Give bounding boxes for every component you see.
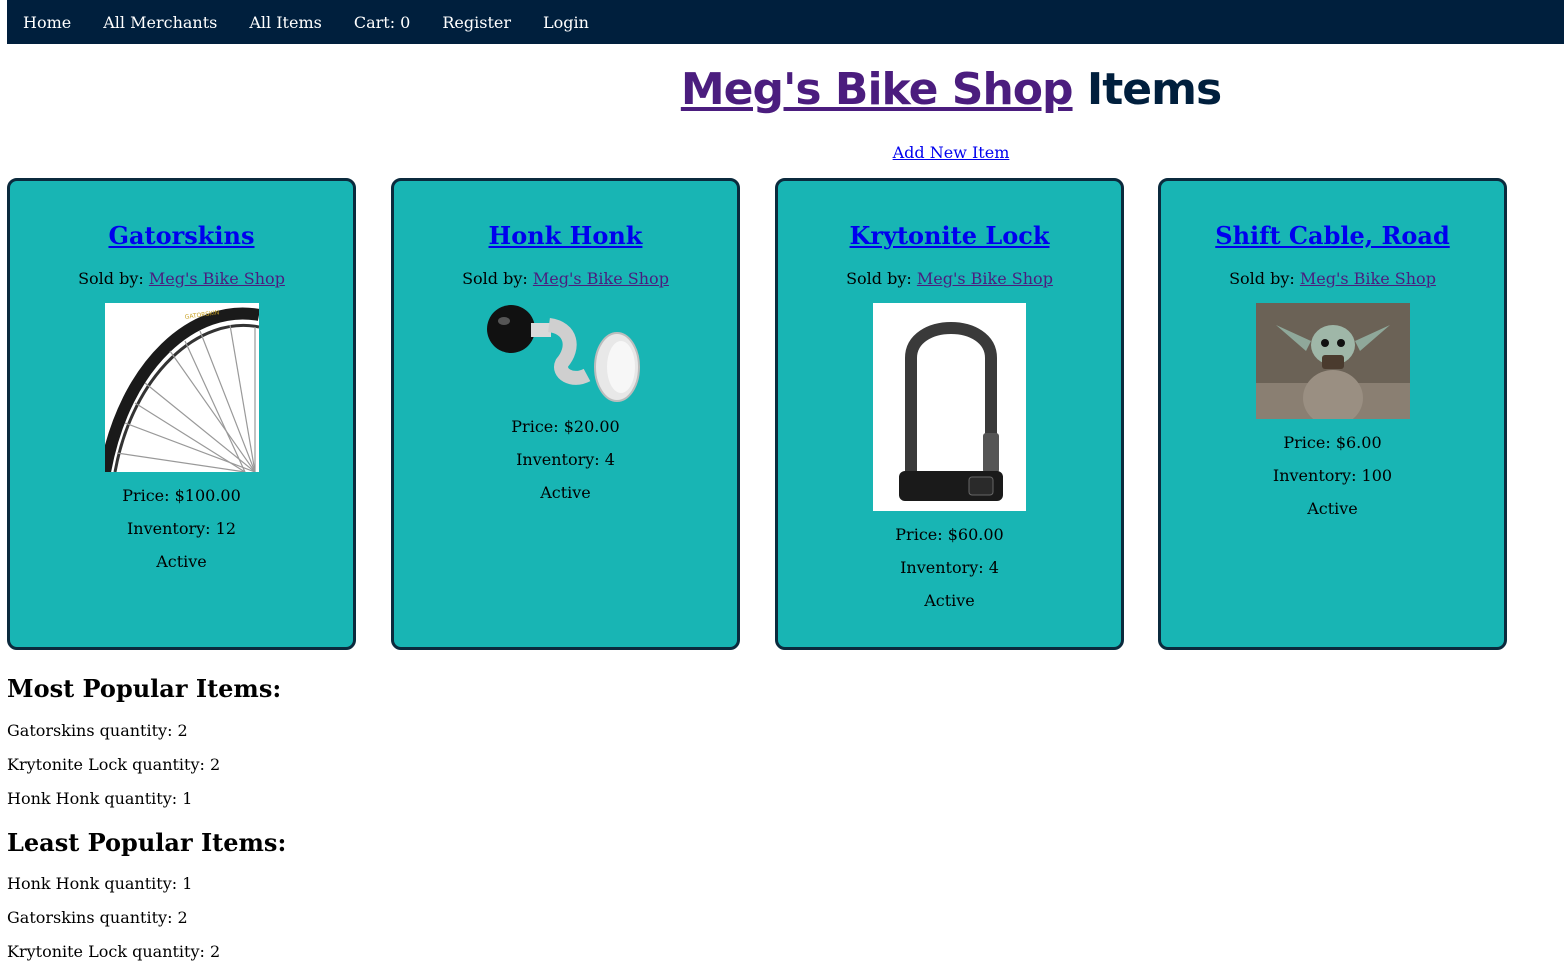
- item-card: Shift Cable, Road Sold by: Meg's Bike Sh…: [1158, 178, 1507, 650]
- item-card: Krytonite Lock Sold by: Meg's Bike Shop …: [775, 178, 1124, 650]
- item-card: Gatorskins Sold by: Meg's Bike Shop GATO…: [7, 178, 356, 650]
- merchant-title-link[interactable]: Meg's Bike Shop: [681, 64, 1074, 115]
- add-new-item-link[interactable]: Add New Item: [0, 143, 1564, 162]
- sold-by-label: Sold by:: [846, 269, 912, 289]
- sold-by: Sold by: Meg's Bike Shop: [10, 269, 353, 288]
- item-card: Honk Honk Sold by: Meg's Bike Shop Price…: [391, 178, 740, 650]
- sold-by-label: Sold by:: [1229, 269, 1295, 289]
- item-status: Active: [1307, 498, 1358, 518]
- item-inventory: Inventory: 100: [1272, 465, 1393, 485]
- bike-horn-image[interactable]: [486, 303, 645, 403]
- bike-tire-image[interactable]: GATORSKIN: [104, 302, 259, 472]
- nav-all-items-link[interactable]: All Items: [249, 7, 321, 38]
- item-price: Price: $20.00: [511, 416, 620, 436]
- item-inventory: Inventory: 4: [516, 449, 615, 469]
- item-status: Active: [924, 590, 975, 610]
- item-price: Price: $6.00: [1283, 432, 1382, 452]
- nav-home-link[interactable]: Home: [23, 7, 71, 38]
- baby-yoda-image[interactable]: [1255, 302, 1410, 419]
- item-price: Price: $60.00: [895, 524, 1004, 544]
- most-popular-row: Honk Honk quantity: 1: [7, 789, 193, 808]
- top-nav: Home All Merchants All Items Cart: 0 Reg…: [7, 0, 1564, 44]
- item-status: Active: [156, 551, 207, 571]
- item-name-link[interactable]: Gatorskins: [10, 222, 353, 249]
- merchant-link[interactable]: Meg's Bike Shop: [917, 269, 1053, 288]
- nav-cart-link[interactable]: Cart: 0: [354, 7, 411, 38]
- item-name-link[interactable]: Honk Honk: [394, 222, 737, 249]
- nav-register-link[interactable]: Register: [442, 7, 511, 38]
- page-title-suffix: Items: [1086, 64, 1222, 115]
- item-inventory: Inventory: 12: [126, 518, 237, 538]
- item-name-link[interactable]: Krytonite Lock: [778, 222, 1121, 249]
- least-popular-row: Honk Honk quantity: 1: [7, 874, 193, 893]
- sold-by-label: Sold by:: [78, 269, 144, 289]
- least-popular-title: Least Popular Items:: [7, 828, 287, 857]
- sold-by-label: Sold by:: [462, 269, 528, 289]
- most-popular-row: Krytonite Lock quantity: 2: [7, 755, 221, 774]
- item-name-link[interactable]: Shift Cable, Road: [1161, 222, 1504, 249]
- most-popular-row: Gatorskins quantity: 2: [7, 721, 188, 740]
- nav-all-merchants-link[interactable]: All Merchants: [103, 7, 217, 38]
- nav-login-link[interactable]: Login: [543, 7, 589, 38]
- item-status: Active: [540, 482, 591, 502]
- sold-by: Sold by: Meg's Bike Shop: [394, 269, 737, 288]
- most-popular-title: Most Popular Items:: [7, 674, 282, 703]
- least-popular-row: Gatorskins quantity: 2: [7, 908, 188, 927]
- merchant-link[interactable]: Meg's Bike Shop: [149, 269, 285, 288]
- merchant-link[interactable]: Meg's Bike Shop: [533, 269, 669, 288]
- sold-by: Sold by: Meg's Bike Shop: [1161, 269, 1504, 288]
- sold-by: Sold by: Meg's Bike Shop: [778, 269, 1121, 288]
- u-lock-image[interactable]: [873, 302, 1026, 511]
- merchant-link[interactable]: Meg's Bike Shop: [1300, 269, 1436, 288]
- item-inventory: Inventory: 4: [900, 557, 999, 577]
- least-popular-row: Krytonite Lock quantity: 2: [7, 942, 221, 961]
- item-price: Price: $100.00: [122, 485, 241, 505]
- page-title: Meg's Bike Shop Items: [0, 64, 1564, 115]
